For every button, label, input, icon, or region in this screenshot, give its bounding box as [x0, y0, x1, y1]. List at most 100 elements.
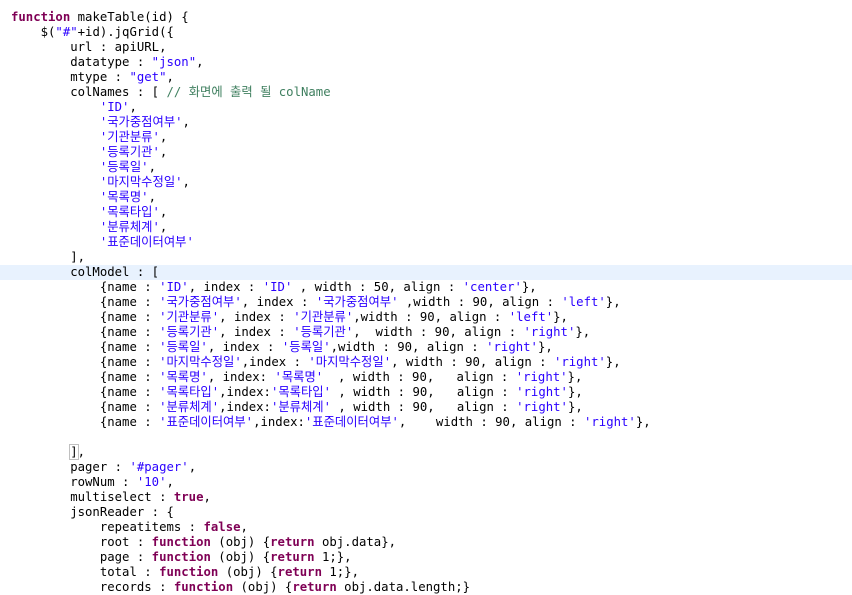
code-line[interactable]: '등록기관',	[0, 145, 852, 160]
code-token: root :	[11, 535, 152, 549]
code-token: },	[605, 295, 621, 309]
code-token: jsonReader : {	[11, 505, 174, 519]
code-token: ,	[196, 55, 204, 69]
code-token: {name :	[11, 385, 160, 399]
code-token: '등록일'	[99, 160, 149, 174]
code-token: '목록타입'	[99, 205, 160, 219]
code-token: (obj) {	[218, 565, 278, 579]
code-token: '기관분류'	[159, 310, 220, 324]
code-editor[interactable]: function makeTable(id) { $("#"+id).jqGri…	[0, 0, 852, 595]
code-token: '등록기관'	[293, 325, 354, 339]
code-token: ,index:	[253, 415, 305, 429]
code-line[interactable]	[0, 430, 852, 445]
code-token: ,	[129, 100, 137, 114]
code-token: '국가중점여부'	[99, 115, 183, 129]
code-token: , index :	[219, 325, 294, 339]
code-line[interactable]: 'ID',	[0, 100, 852, 115]
code-line[interactable]: page : function (obj) {return 1;},	[0, 550, 852, 565]
code-token: '등록일'	[159, 340, 208, 354]
code-token: ,	[159, 130, 168, 144]
code-token: '국가중점여부'	[159, 295, 242, 309]
code-line[interactable]: {name : '국가중점여부', index : '국가중점여부' ,widt…	[0, 295, 852, 310]
code-token: {name :	[11, 355, 160, 369]
code-token: 1;},	[321, 565, 359, 579]
code-token: ,width : 90, align :	[330, 340, 487, 354]
code-line[interactable]: mtype : "get",	[0, 70, 852, 85]
code-token: obj.data},	[314, 535, 396, 549]
code-token: (obj) {	[233, 580, 293, 594]
code-token: , width : 90, align :	[353, 325, 524, 339]
code-line[interactable]: '국가중점여부',	[0, 115, 852, 130]
code-line[interactable]: rowNum : '10',	[0, 475, 852, 490]
code-line[interactable]: records : function (obj) {return obj.dat…	[0, 580, 852, 595]
code-line[interactable]: {name : '등록일', index : '등록일',width : 90,…	[0, 340, 852, 355]
code-line[interactable]: colNames : [ // 화면에 출력 될 colName	[0, 85, 852, 100]
code-line[interactable]: '마지막수정일',	[0, 175, 852, 190]
code-line[interactable]: {name : '등록기관', index : '등록기관', width : …	[0, 325, 852, 340]
code-token: '등록기관'	[99, 145, 160, 159]
code-line[interactable]: ],	[0, 444, 852, 460]
code-line[interactable]: root : function (obj) {return obj.data},	[0, 535, 852, 550]
code-token: '등록기관'	[159, 325, 220, 339]
code-token: $(	[11, 25, 56, 39]
code-token: '목록명'	[159, 370, 208, 384]
code-token: '기관분류'	[293, 310, 354, 324]
code-line[interactable]: {name : 'ID', index : 'ID' , width : 50,…	[0, 280, 852, 295]
code-token: '목록타입'	[270, 385, 332, 399]
code-line[interactable]: '분류체계',	[0, 220, 852, 235]
code-line[interactable]: {name : '표준데이터여부',index:'표준데이터여부', width…	[0, 415, 852, 430]
code-token: 'center'	[462, 280, 522, 294]
code-line[interactable]: '등록일',	[0, 160, 852, 175]
code-line[interactable]: '목록명',	[0, 190, 852, 205]
code-line[interactable]: datatype : "json",	[0, 55, 852, 70]
code-token: 'right'	[584, 415, 636, 429]
code-token: '국가중점여부'	[315, 295, 399, 309]
code-line[interactable]: repeatitems : false,	[0, 520, 852, 535]
code-line[interactable]: colModel : [	[0, 265, 852, 280]
code-line[interactable]: '목록타입',	[0, 205, 852, 220]
code-token: 'ID'	[262, 280, 293, 294]
code-token: },	[635, 415, 651, 429]
code-line[interactable]: {name : '분류체계',index:'분류체계' , width : 90…	[0, 400, 852, 415]
code-token: , index :	[207, 340, 282, 354]
code-token: , width : 90, align :	[391, 355, 554, 369]
code-line[interactable]: multiselect : true,	[0, 490, 852, 505]
code-token: '#pager'	[129, 460, 189, 474]
code-token: , width : 50, align :	[292, 280, 463, 294]
code-token: '마지막수정일'	[159, 355, 242, 369]
code-line[interactable]: ],	[0, 250, 852, 265]
code-line[interactable]: '기관분류',	[0, 130, 852, 145]
code-token: {name :	[11, 415, 160, 429]
code-line[interactable]: {name : '목록명', index: '목록명' , width : 90…	[0, 370, 852, 385]
code-token: ,	[159, 220, 168, 234]
code-line[interactable]: $("#"+id).jqGrid({	[0, 25, 852, 40]
code-token: return	[292, 580, 337, 594]
code-line[interactable]: {name : '기관분류', index : '기관분류',width : 9…	[0, 310, 852, 325]
code-line[interactable]: {name : '마지막수정일',index : '마지막수정일', width…	[0, 355, 852, 370]
code-token: page :	[11, 550, 152, 564]
code-line[interactable]: pager : '#pager',	[0, 460, 852, 475]
code-line[interactable]: {name : '목록타입',index:'목록타입' , width : 90…	[0, 385, 852, 400]
code-line[interactable]: jsonReader : {	[0, 505, 852, 520]
code-token: ,	[159, 205, 168, 219]
code-line[interactable]: '표준데이터여부'	[0, 235, 852, 250]
code-line[interactable]: url : apiURL,	[0, 40, 852, 55]
code-token: ,index:	[219, 400, 271, 414]
code-token: datatype :	[11, 55, 152, 69]
code-token: repeatitems :	[11, 520, 204, 534]
code-token: false	[203, 520, 241, 534]
code-token: {name :	[11, 400, 160, 414]
code-token: return	[270, 550, 315, 564]
code-token: {name :	[11, 310, 160, 324]
code-line[interactable]: function makeTable(id) {	[0, 10, 852, 25]
code-line[interactable]: total : function (obj) {return 1;},	[0, 565, 852, 580]
code-token: '목록명'	[99, 190, 149, 204]
code-token: , index :	[219, 310, 294, 324]
code-token: 'right'	[486, 340, 538, 354]
code-token: multiselect :	[11, 490, 174, 504]
